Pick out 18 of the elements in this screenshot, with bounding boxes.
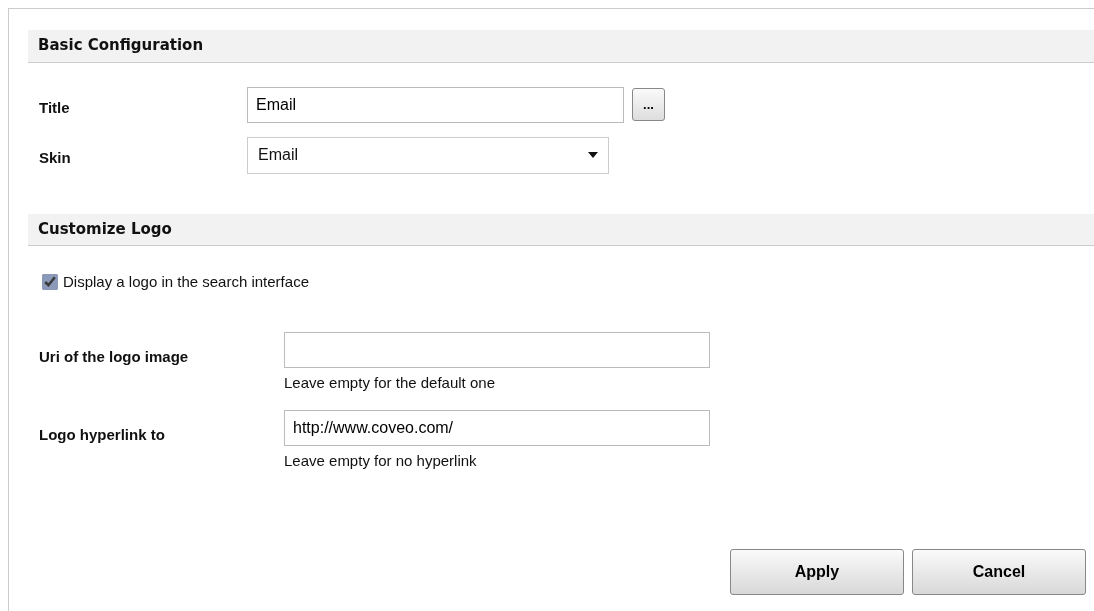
- browse-button[interactable]: ...: [632, 88, 665, 121]
- section-header: Customize Logo: [28, 213, 1094, 246]
- field-label: Title: [39, 97, 71, 118]
- section-header: Basic Configuration: [28, 30, 1094, 63]
- field-label: Uri of the logo image: [39, 346, 190, 367]
- apply-button[interactable]: Apply: [730, 548, 904, 595]
- help-text: Leave empty for no hyperlink: [284, 451, 478, 471]
- checkbox-label: Display a logo in the search interface: [63, 272, 309, 292]
- cancel-button[interactable]: Cancel: [912, 548, 1086, 595]
- dropdown-caret-icon: [588, 152, 598, 158]
- field-label: Skin: [39, 147, 72, 168]
- field-label: Logo hyperlink to: [39, 425, 166, 445]
- input-field[interactable]: Email: [247, 86, 624, 123]
- input-field[interactable]: [284, 331, 710, 368]
- input-field[interactable]: http://www.coveo.com/: [284, 410, 710, 446]
- checkbox[interactable]: [42, 274, 58, 291]
- skin-select[interactable]: Email: [247, 136, 609, 174]
- help-text: Leave empty for the default one: [284, 372, 496, 393]
